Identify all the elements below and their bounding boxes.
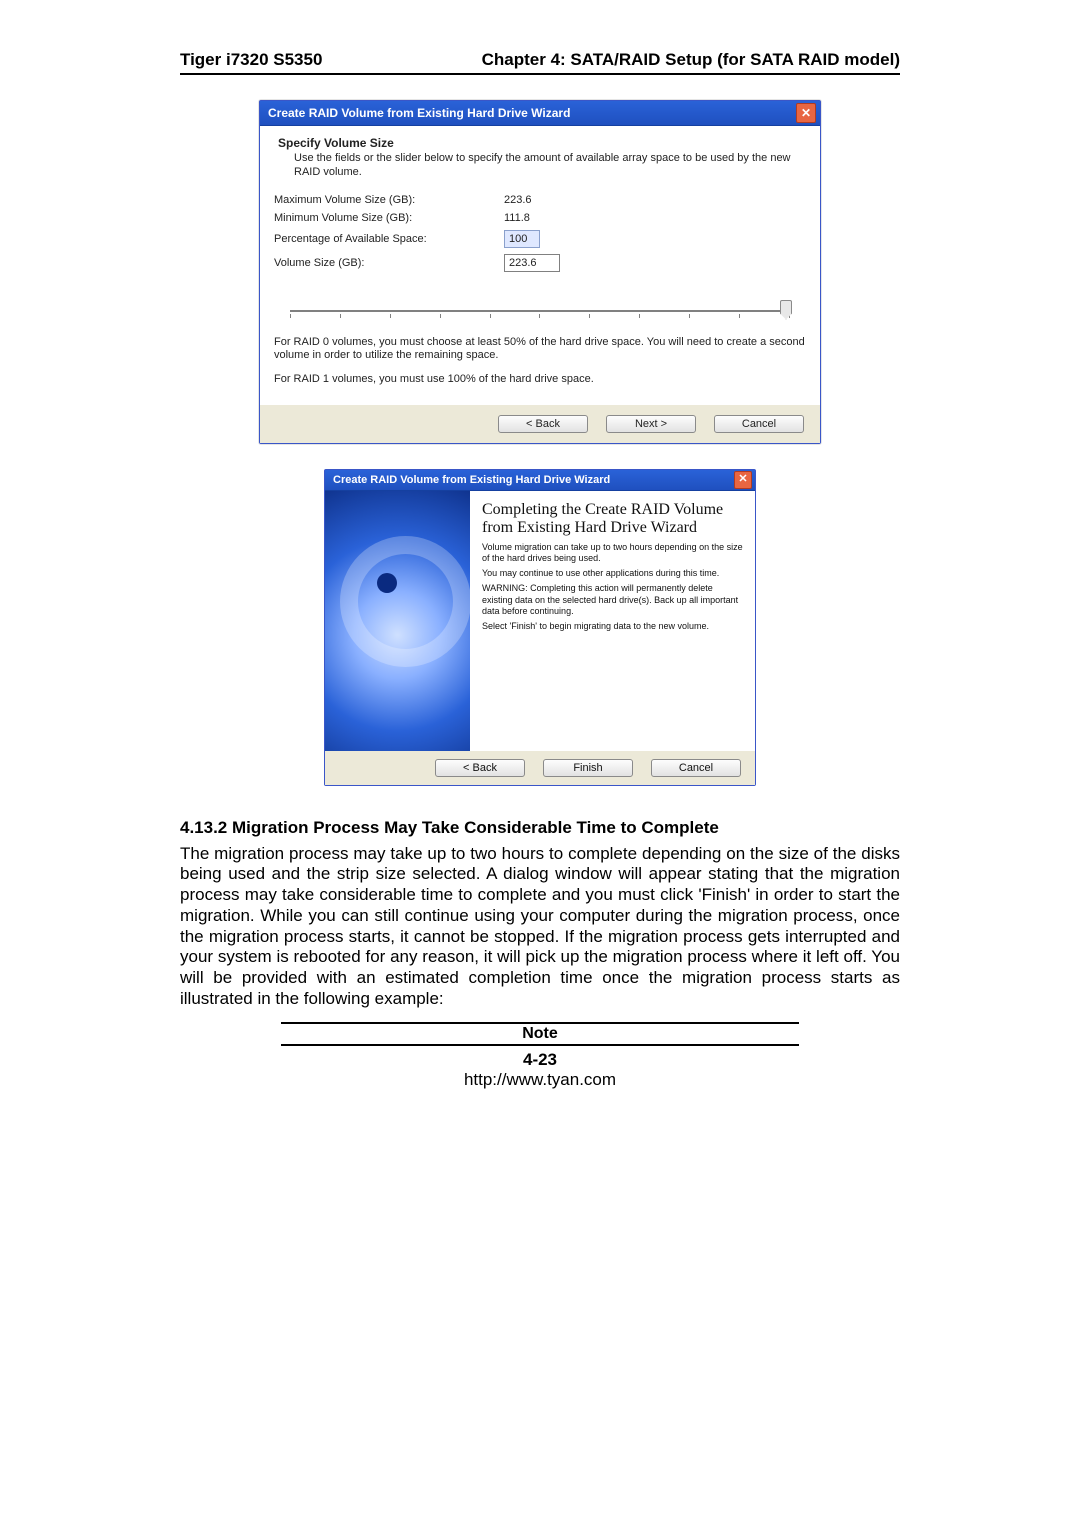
back-button[interactable]: < Back bbox=[498, 415, 588, 433]
dialog1-subdesc: Use the fields or the slider below to sp… bbox=[294, 152, 806, 180]
volume-size-input[interactable]: 223.6 bbox=[504, 254, 560, 272]
back-button[interactable]: < Back bbox=[435, 759, 525, 777]
section-heading: 4.13.2 Migration Process May Take Consid… bbox=[180, 818, 900, 838]
page-number: 4-23 bbox=[180, 1050, 900, 1070]
dialog2-p2: You may continue to use other applicatio… bbox=[482, 568, 743, 579]
header-right: Chapter 4: SATA/RAID Setup (for SATA RAI… bbox=[482, 50, 900, 70]
dialog1-subheader: Specify Volume Size bbox=[278, 136, 806, 150]
dialog1-title: Create RAID Volume from Existing Hard Dr… bbox=[268, 106, 570, 120]
dialog-specify-volume-size: Create RAID Volume from Existing Hard Dr… bbox=[259, 100, 821, 444]
cancel-button[interactable]: Cancel bbox=[714, 415, 804, 433]
volume-size-slider[interactable] bbox=[280, 296, 800, 326]
footer-url: http://www.tyan.com bbox=[180, 1070, 900, 1090]
volume-size-label: Volume Size (GB): bbox=[274, 257, 504, 269]
dialog-completing-wizard: Create RAID Volume from Existing Hard Dr… bbox=[324, 469, 756, 786]
dialog2-title: Create RAID Volume from Existing Hard Dr… bbox=[333, 474, 610, 486]
percentage-label: Percentage of Available Space: bbox=[274, 233, 504, 245]
max-volume-label: Maximum Volume Size (GB): bbox=[274, 194, 504, 206]
dialog2-heading: Completing the Create RAID Volume from E… bbox=[482, 501, 743, 538]
max-volume-value: 223.6 bbox=[504, 194, 532, 206]
dialog2-p3: WARNING: Completing this action will per… bbox=[482, 583, 743, 617]
dialog1-note-raid1: For RAID 1 volumes, you must use 100% of… bbox=[274, 373, 806, 387]
dialog1-note-raid0: For RAID 0 volumes, you must choose at l… bbox=[274, 336, 806, 364]
close-icon[interactable]: ✕ bbox=[734, 471, 752, 489]
percentage-input[interactable]: 100 bbox=[504, 230, 540, 248]
cancel-button[interactable]: Cancel bbox=[651, 759, 741, 777]
dialog2-p1: Volume migration can take up to two hour… bbox=[482, 542, 743, 565]
min-volume-value: 111.8 bbox=[504, 212, 530, 224]
header-left: Tiger i7320 S5350 bbox=[180, 50, 322, 70]
wizard-side-image bbox=[325, 491, 470, 751]
section-paragraph: The migration process may take up to two… bbox=[180, 844, 900, 1010]
dialog2-p4: Select 'Finish' to begin migrating data … bbox=[482, 621, 743, 632]
close-icon[interactable]: ✕ bbox=[796, 103, 816, 123]
finish-button[interactable]: Finish bbox=[543, 759, 633, 777]
note-divider: Note bbox=[281, 1022, 799, 1046]
min-volume-label: Minimum Volume Size (GB): bbox=[274, 212, 504, 224]
next-button[interactable]: Next > bbox=[606, 415, 696, 433]
